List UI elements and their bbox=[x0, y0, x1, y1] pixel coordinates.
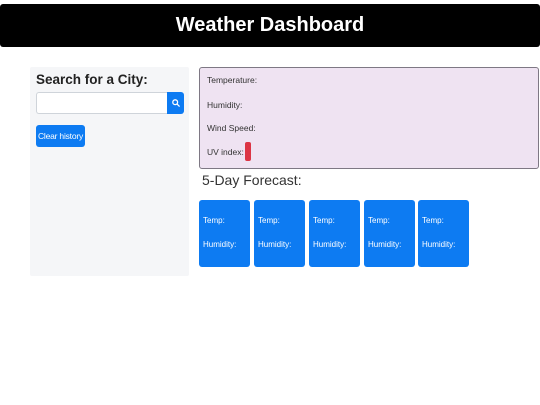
forecast-humidity-label: Humidity: bbox=[422, 240, 456, 249]
forecast-temp-label: Temp: bbox=[203, 216, 225, 225]
wind-speed-row: Wind Speed: bbox=[207, 123, 256, 133]
forecast-humidity-label: Humidity: bbox=[313, 240, 347, 249]
uv-index-badge bbox=[244, 142, 251, 161]
forecast-card: Temp: Humidity: bbox=[418, 200, 469, 267]
forecast-card: Temp: Humidity: bbox=[309, 200, 360, 267]
forecast-card: Temp: Humidity: bbox=[254, 200, 305, 267]
search-button[interactable] bbox=[167, 92, 184, 114]
page-title: Weather Dashboard bbox=[175, 14, 365, 36]
humidity-row: Humidity: bbox=[207, 100, 242, 110]
forecast-temp-label: Temp: bbox=[258, 216, 280, 225]
temperature-label: Temperature: bbox=[207, 75, 258, 85]
search-heading: Search for a City: bbox=[36, 72, 148, 87]
current-weather-card: Temperature: Humidity: Wind Speed: UV in… bbox=[199, 67, 539, 169]
wind-speed-label: Wind Speed: bbox=[207, 123, 256, 133]
forecast-humidity-label: Humidity: bbox=[368, 240, 402, 249]
weather-dashboard-page: Weather Dashboard Search for a City: Cle… bbox=[0, 0, 540, 405]
uv-index-label: UV index: bbox=[207, 146, 244, 157]
search-sidebar: Search for a City: Clear history bbox=[30, 67, 189, 276]
uv-index-row: UV index: bbox=[207, 142, 251, 161]
city-search-input[interactable] bbox=[36, 92, 167, 114]
temperature-row: Temperature: bbox=[207, 75, 257, 85]
forecast-humidity-label: Humidity: bbox=[203, 240, 237, 249]
forecast-card: Temp: Humidity: bbox=[364, 200, 415, 267]
humidity-label: Humidity: bbox=[207, 100, 243, 110]
forecast-humidity-label: Humidity: bbox=[258, 240, 292, 249]
search-icon bbox=[171, 99, 180, 107]
forecast-temp-label: Temp: bbox=[313, 216, 335, 225]
forecast-card: Temp: Humidity: bbox=[199, 200, 250, 267]
forecast-temp-label: Temp: bbox=[368, 216, 390, 225]
forecast-heading: 5-Day Forecast: bbox=[202, 172, 302, 188]
forecast-temp-label: Temp: bbox=[422, 216, 444, 225]
app-header: Weather Dashboard bbox=[0, 4, 540, 47]
clear-history-button[interactable]: Clear history bbox=[36, 125, 85, 147]
